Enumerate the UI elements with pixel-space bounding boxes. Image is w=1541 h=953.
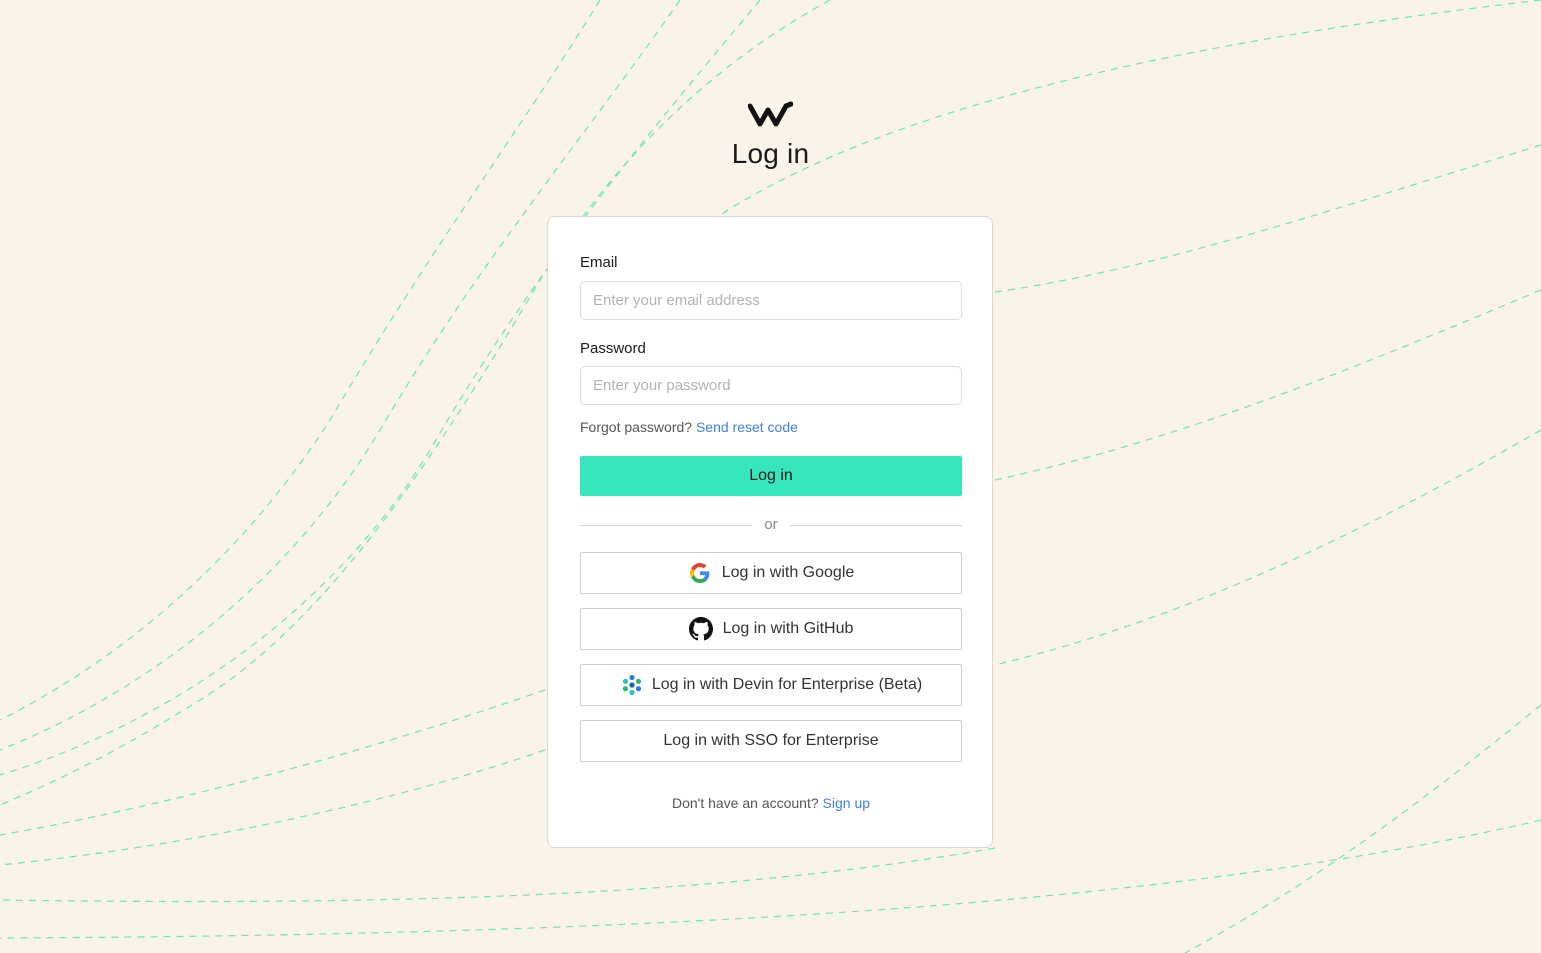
windsurf-logo-icon <box>748 101 793 127</box>
password-field[interactable] <box>580 366 962 405</box>
devin-login-button[interactable]: Log in with Devin for Enterprise (Beta) <box>580 664 962 706</box>
google-icon <box>688 561 712 585</box>
login-page: Log in Email Password Forgot password? S… <box>0 0 1541 953</box>
sso-login-label: Log in with SSO for Enterprise <box>663 732 879 749</box>
github-icon <box>688 617 713 641</box>
google-login-label: Log in with Google <box>721 564 855 581</box>
send-reset-code-link[interactable]: Send reset code <box>696 419 798 435</box>
github-login-label: Log in with GitHub <box>722 620 854 637</box>
forgot-password-text: Forgot password? <box>580 419 693 435</box>
signup-prompt: Don't have an account? <box>671 795 819 811</box>
devin-login-label: Log in with Devin for Enterprise (Beta) <box>651 676 923 693</box>
email-field[interactable] <box>580 281 962 320</box>
log-in-button[interactable]: Log in <box>580 456 962 496</box>
forgot-password-row: Forgot password? Send reset code <box>580 419 798 435</box>
sign-up-link[interactable]: Sign up <box>823 795 870 811</box>
google-login-button[interactable]: Log in with Google <box>580 552 962 594</box>
page-title: Log in <box>731 138 810 169</box>
devin-icon <box>620 673 644 697</box>
login-card: Email Password Forgot password? Send res… <box>547 216 993 848</box>
email-label: Email <box>580 254 618 271</box>
or-divider: or <box>580 515 962 535</box>
password-label: Password <box>580 340 646 357</box>
signup-row: Don't have an account? Sign up <box>548 795 994 811</box>
sso-login-button[interactable]: Log in with SSO for Enterprise <box>580 720 962 762</box>
github-login-button[interactable]: Log in with GitHub <box>580 608 962 650</box>
divider-line-right <box>790 525 962 526</box>
